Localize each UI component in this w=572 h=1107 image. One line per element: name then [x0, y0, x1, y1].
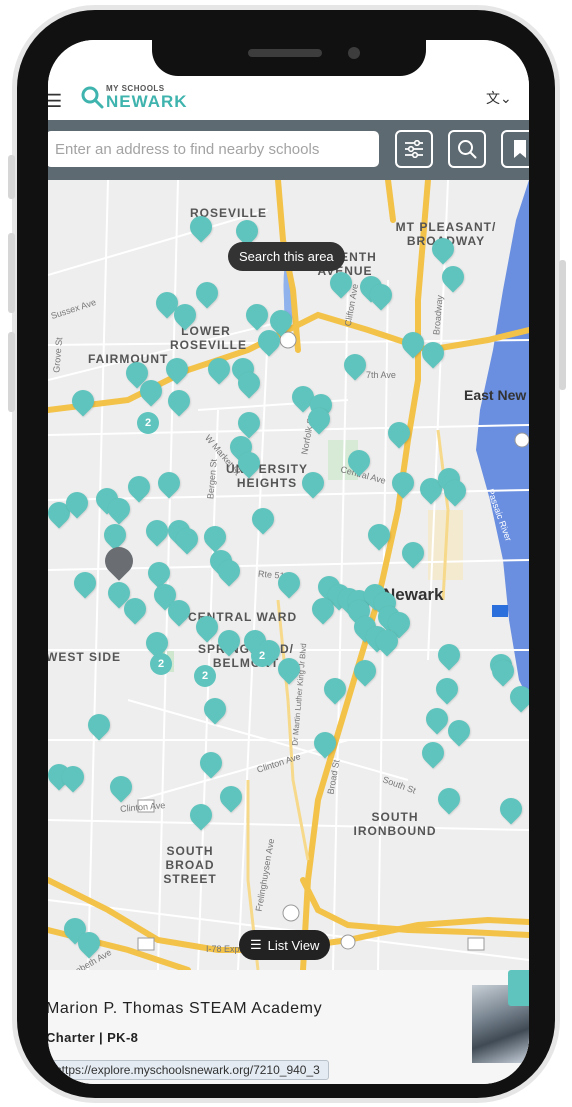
label-south-broad-street: SOUTH BROAD STREET — [163, 844, 217, 886]
filter-icon — [405, 140, 423, 158]
school-cluster[interactable]: 2 — [150, 653, 172, 675]
notch — [152, 38, 426, 76]
school-type: Charter | PK-8 — [48, 1030, 139, 1045]
search-button[interactable] — [448, 130, 486, 168]
school-map[interactable]: ROSEVILLE MT PLEASANT/ BROADWAY SEVENTH … — [48, 180, 529, 970]
school-cluster[interactable]: 2 — [194, 665, 216, 687]
power-button — [559, 260, 566, 390]
search-bar — [48, 120, 529, 180]
hamburger-icon[interactable]: ☰ — [48, 92, 62, 110]
volume-down-button — [8, 332, 15, 412]
volume-up-button — [8, 233, 15, 313]
label-east-newark: East New — [464, 387, 527, 403]
list-view-button[interactable]: ☰ List View — [239, 930, 331, 960]
logo[interactable]: MY SCHOOLS NEWARK — [80, 83, 188, 111]
search-icon — [458, 140, 477, 159]
label-south-ironbound: SOUTH IRONBOUND — [353, 810, 437, 838]
bookmark-button[interactable] — [501, 130, 529, 168]
speaker — [248, 49, 322, 57]
search-this-area-button[interactable]: Search this area — [228, 242, 345, 271]
school-cluster[interactable]: 2 — [251, 645, 273, 667]
list-icon: ☰ — [250, 937, 262, 952]
filter-button[interactable] — [395, 130, 433, 168]
label-lower-roseville: LOWER ROSEVILLE — [170, 324, 248, 352]
magnifier-logo-icon — [81, 86, 104, 109]
street-7th-ave: 7th Ave — [366, 370, 396, 380]
address-search-input[interactable] — [48, 131, 379, 167]
screen: ☰ MY SCHOOLS NEWARK 文⌄ Enter an address … — [48, 40, 529, 1084]
front-camera — [348, 47, 360, 59]
logo-big-text: NEWARK — [106, 91, 188, 111]
translate-icon[interactable]: 文⌄ — [486, 88, 512, 108]
label-west-side: WEST SIDE — [48, 650, 122, 664]
list-view-label: List View — [267, 937, 320, 953]
school-name[interactable]: Marion P. Thomas STEAM Academy — [48, 1000, 322, 1018]
mute-switch — [8, 155, 15, 199]
feedback-tab[interactable] — [508, 970, 529, 1006]
bookmark-icon — [514, 140, 526, 158]
status-url: https://explore.myschoolsnewark.org/7210… — [48, 1060, 329, 1080]
school-preview-card[interactable]: Marion P. Thomas STEAM Academy Charter |… — [48, 970, 529, 1084]
label-fairmount: FAIRMOUNT — [88, 352, 169, 366]
school-cluster[interactable]: 2 — [137, 412, 159, 434]
